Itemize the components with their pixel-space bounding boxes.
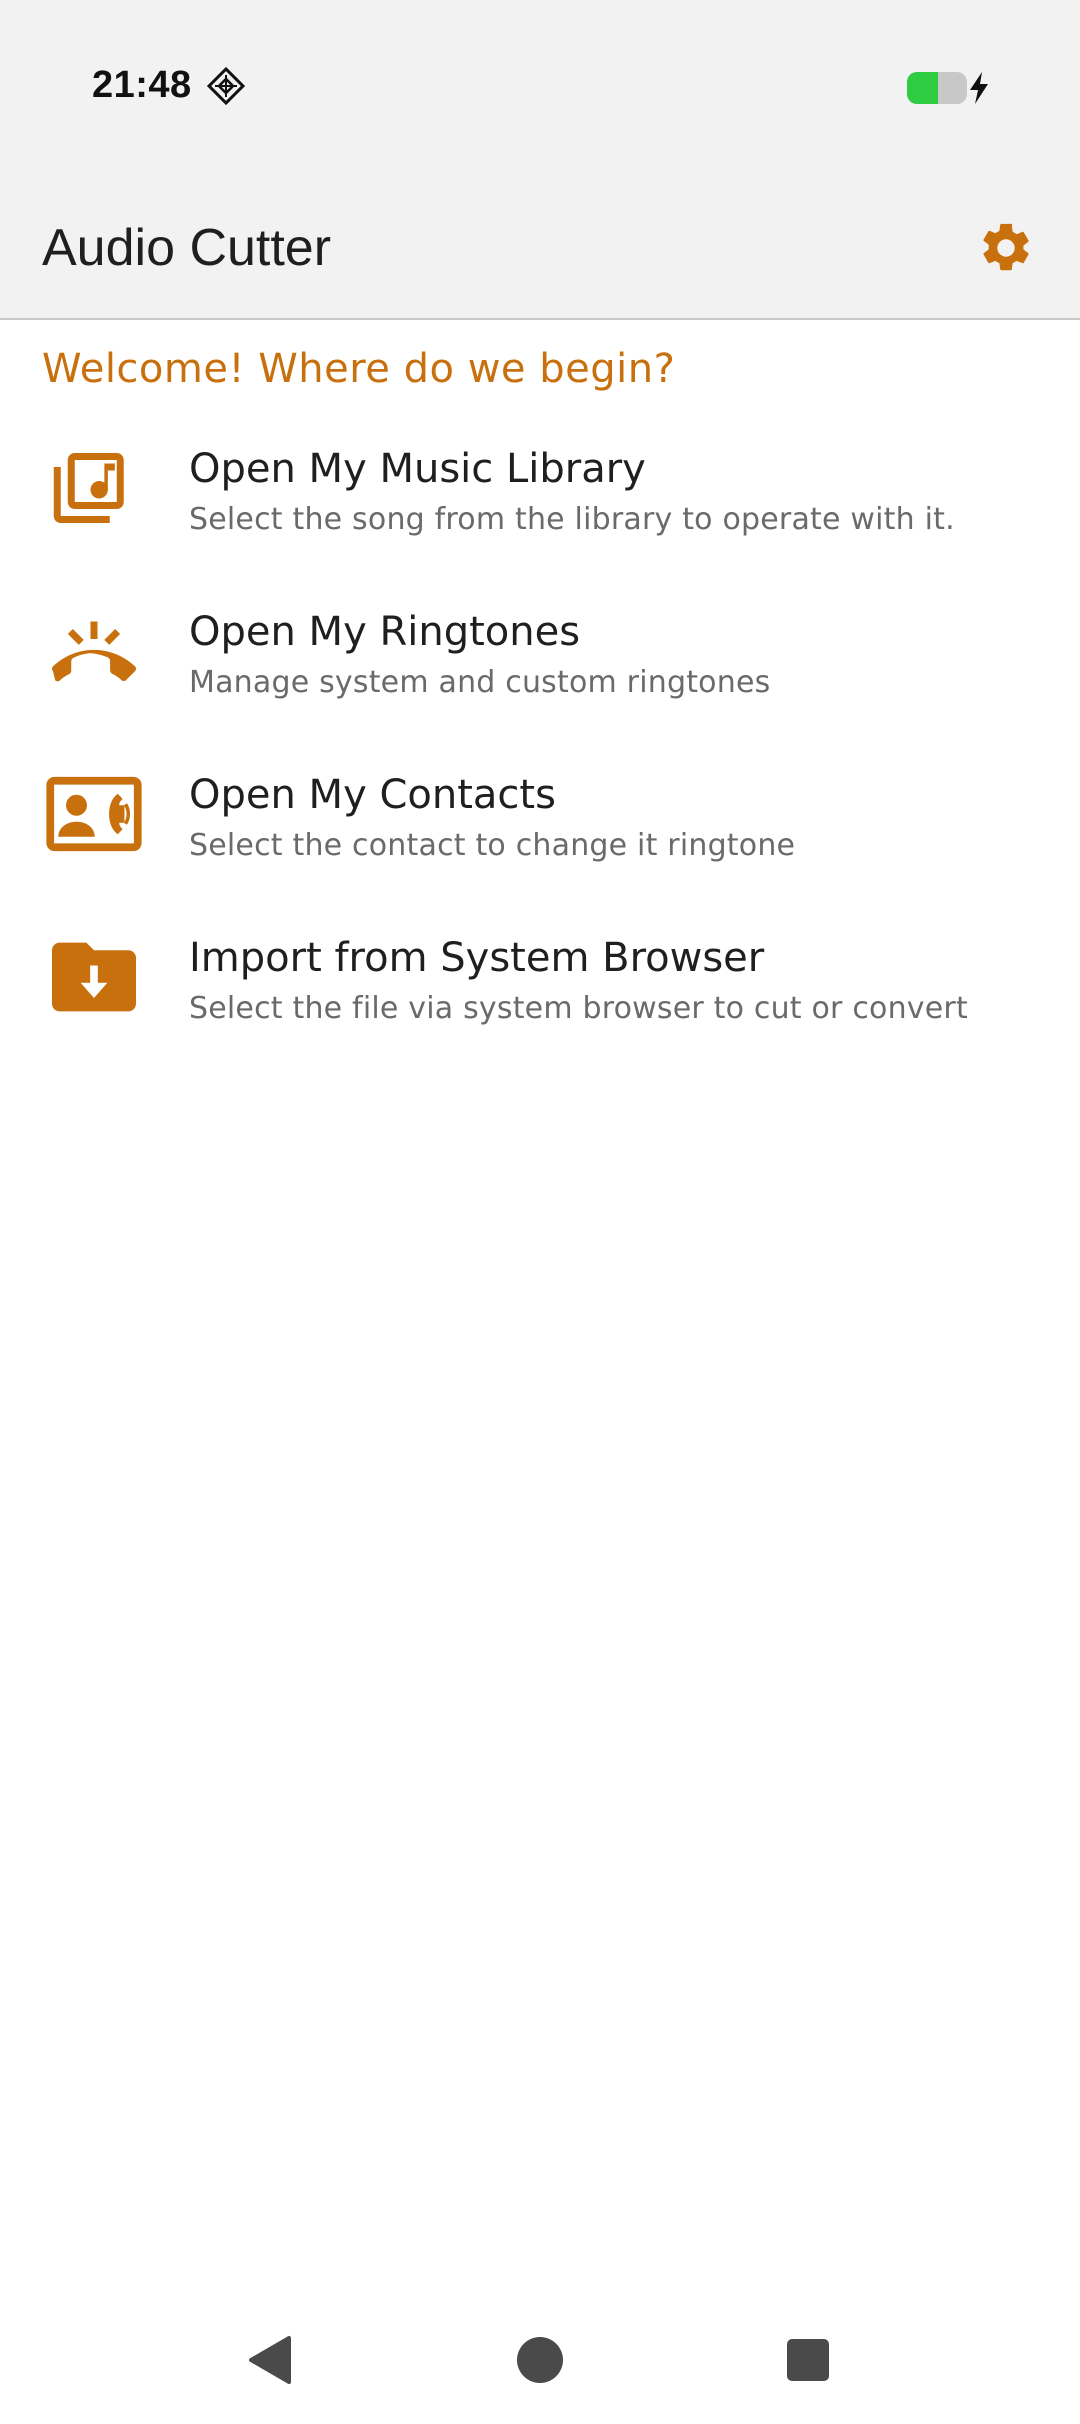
settings-button[interactable] <box>966 208 1046 288</box>
menu-item-contacts[interactable]: Open My Contacts Select the contact to c… <box>0 756 1080 906</box>
nav-recents-button[interactable] <box>768 2320 848 2400</box>
welcome-text: Welcome! Where do we begin? <box>42 346 676 392</box>
menu-item-subtitle: Select the file via system browser to cu… <box>189 991 968 1026</box>
nav-home-button[interactable] <box>500 2320 580 2400</box>
nav-back-button[interactable] <box>230 2320 310 2400</box>
menu-item-title: Open My Ringtones <box>189 609 581 655</box>
navigation-bar <box>0 2300 1080 2424</box>
status-time: 21:48 <box>92 64 192 106</box>
menu-item-title: Open My Music Library <box>189 446 646 492</box>
back-triangle-icon <box>249 2336 291 2384</box>
menu-item-music-library[interactable]: Open My Music Library Select the song fr… <box>0 430 1080 580</box>
app-bar: Audio Cutter <box>0 188 1080 320</box>
folder-download-icon <box>44 927 144 1027</box>
menu-item-title: Open My Contacts <box>189 772 556 818</box>
menu-item-ringtones[interactable]: Open My Ringtones Manage system and cust… <box>0 593 1080 743</box>
charging-bolt-icon <box>970 72 988 104</box>
menu-item-subtitle: Manage system and custom ringtones <box>189 665 771 700</box>
battery-charging-icon <box>907 72 967 104</box>
menu-item-title: Import from System Browser <box>189 935 765 981</box>
page-title: Audio Cutter <box>42 219 332 277</box>
ringing-phone-icon <box>44 603 144 703</box>
menu-item-subtitle: Select the contact to change it ringtone <box>189 828 796 863</box>
diamond-grid-icon <box>206 66 246 106</box>
music-library-icon <box>44 438 144 538</box>
home-circle-icon <box>517 2337 563 2383</box>
status-bar: 21:48 <box>0 0 1080 188</box>
contact-card-icon <box>44 764 144 864</box>
gear-icon <box>983 223 1029 271</box>
menu-item-subtitle: Select the song from the library to oper… <box>189 502 955 537</box>
menu-item-import-system-browser[interactable]: Import from System Browser Select the fi… <box>0 919 1080 1069</box>
recents-square-icon <box>787 2339 829 2381</box>
